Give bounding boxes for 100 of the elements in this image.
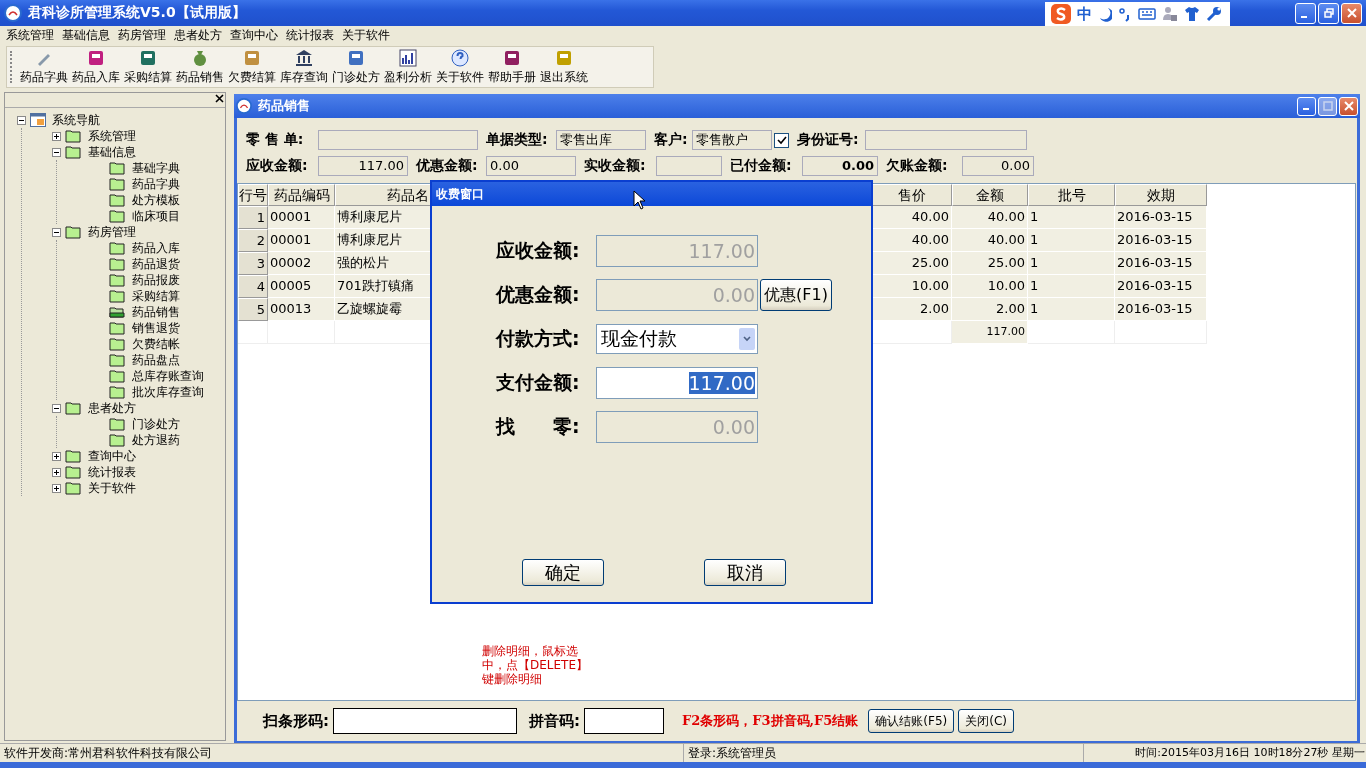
field-label: 应收金额: [246, 157, 309, 175]
field-label: 扫条形码: [263, 711, 329, 731]
nav-item[interactable]: 药品字典 [130, 175, 182, 193]
row-number[interactable]: 1 [238, 206, 268, 229]
menu-item[interactable]: 药房管理 [114, 26, 170, 44]
text-field[interactable]: 0.00 [486, 156, 576, 176]
toolbar-button[interactable]: 库存查询 [278, 47, 330, 87]
action-button[interactable]: 关闭(C) [958, 709, 1014, 733]
nav-item[interactable]: 药品报废 [130, 271, 182, 289]
toolbar-button[interactable]: 欠费结算 [226, 47, 278, 87]
menu-item[interactable]: 查询中心 [226, 26, 282, 44]
nav-item[interactable]: 患者处方 [86, 399, 138, 417]
row-number[interactable]: 2 [238, 229, 268, 252]
toolbar-button[interactable]: 关于软件 [434, 47, 486, 87]
hint-text: 删除明细，鼠标选中，点【DELETE】键删除明细 [482, 644, 589, 686]
text-field[interactable]: 0.00 [962, 156, 1034, 176]
nav-item[interactable]: 批次库存查询 [130, 383, 206, 401]
table-cell: 2016-03-15 [1115, 252, 1207, 275]
total-cell: 117.00 [952, 321, 1028, 344]
hotkey-hint: F2条形码，F3拼音码,F5结账 [682, 712, 859, 730]
row-number[interactable]: 5 [238, 298, 268, 321]
toolbar-button[interactable]: 药品字典 [18, 47, 70, 87]
payment-method-dropdown[interactable]: 现金付款 [596, 324, 758, 354]
column-header[interactable]: 效期 [1115, 184, 1207, 206]
nav-item[interactable]: 查询中心 [86, 447, 138, 465]
nav-item[interactable]: 处方模板 [130, 191, 182, 209]
nav-item[interactable]: 系统导航 [50, 111, 102, 129]
window-title: 药品销售 [258, 97, 310, 115]
table-cell: 40.00 [872, 206, 952, 229]
toolbar-button[interactable]: 药品入库 [70, 47, 122, 87]
column-header[interactable]: 批号 [1028, 184, 1115, 206]
nav-item[interactable]: 总库存账查询 [130, 367, 206, 385]
nav-item[interactable]: 药品盘点 [130, 351, 182, 369]
table-cell: 2.00 [952, 298, 1028, 321]
dialog-button[interactable]: 确定 [522, 559, 604, 586]
table-cell: 1 [1028, 229, 1115, 252]
menu-item[interactable]: 患者处方 [170, 26, 226, 44]
nav-item[interactable]: 药品退货 [130, 255, 182, 273]
nav-item[interactable]: 基础字典 [130, 159, 182, 177]
column-header[interactable]: 金额 [952, 184, 1028, 206]
toolbar-button[interactable]: 门诊处方 [330, 47, 382, 87]
amount-field: 0.00 [596, 411, 758, 443]
row-number[interactable]: 4 [238, 275, 268, 298]
text-field[interactable]: 117.00 [318, 156, 408, 176]
table-cell: 1 [1028, 298, 1115, 321]
table-cell: 00001 [268, 229, 335, 252]
nav-item[interactable]: 药品入库 [130, 239, 182, 257]
nav-item[interactable]: 采购结算 [130, 287, 182, 305]
column-header[interactable]: 售价 [872, 184, 952, 206]
field-label: 实收金额: [584, 157, 647, 175]
field-label: 欠账金额: [886, 157, 949, 175]
toolbar-button[interactable]: 退出系统 [538, 47, 590, 87]
nav-item[interactable]: 关于软件 [86, 479, 138, 497]
table-cell: 2016-03-15 [1115, 229, 1207, 252]
action-button[interactable]: 确认结账(F5) [868, 709, 955, 733]
toolbar-button[interactable]: 盈利分析 [382, 47, 434, 87]
column-header[interactable]: 行号 [238, 184, 268, 206]
nav-item[interactable]: 基础信息 [86, 143, 138, 161]
field-label: 零 售 单: [246, 131, 305, 149]
field-label: 单据类型: [486, 131, 549, 149]
nav-item[interactable]: 欠费结帐 [130, 335, 182, 353]
amount-input[interactable]: 117.00 [596, 367, 758, 399]
discount-button[interactable]: 优惠(F1) [760, 279, 832, 311]
text-field[interactable]: 0.00 [802, 156, 878, 176]
table-cell: 40.00 [872, 229, 952, 252]
menu-item[interactable]: 基础信息 [58, 26, 114, 44]
nav-item[interactable]: 销售退货 [130, 319, 182, 337]
field-label: 客户: [654, 131, 689, 149]
menu-item[interactable]: 系统管理 [2, 26, 58, 44]
dialog-button[interactable]: 取消 [704, 559, 786, 586]
table-cell: 1 [1028, 275, 1115, 298]
nav-item[interactable]: 处方退药 [130, 431, 182, 449]
table-cell: 25.00 [872, 252, 952, 275]
nav-item[interactable]: 门诊处方 [130, 415, 182, 433]
field-label: 优惠金额: [496, 282, 581, 307]
amount-field: 117.00 [596, 235, 758, 267]
column-header[interactable]: 药品编码 [268, 184, 335, 206]
menu-item[interactable]: 关于软件 [338, 26, 394, 44]
table-cell: 1 [1028, 252, 1115, 275]
nav-item[interactable]: 临床项目 [130, 207, 182, 225]
text-field[interactable]: 零售散户 [692, 130, 772, 150]
toolbar-button[interactable]: 药品销售 [174, 47, 226, 87]
nav-item[interactable]: 系统管理 [86, 127, 138, 145]
table-cell: 40.00 [952, 229, 1028, 252]
field-label: 身份证号: [797, 131, 860, 149]
ime-mode-toggle[interactable]: 中 [1077, 4, 1092, 24]
table-cell: 1 [1028, 206, 1115, 229]
status-text: 时间:2015年03月16日 10时18分27秒 星期一 [1134, 745, 1366, 761]
table-cell: 2016-03-15 [1115, 206, 1207, 229]
text-field[interactable]: 零售出库 [556, 130, 646, 150]
table-cell: 2016-03-15 [1115, 275, 1207, 298]
toolbar-button[interactable]: 帮助手册 [486, 47, 538, 87]
toolbar-button[interactable]: 采购结算 [122, 47, 174, 87]
row-number[interactable]: 3 [238, 252, 268, 275]
nav-item[interactable]: 统计报表 [86, 463, 138, 481]
field-label: 已付金额: [730, 157, 793, 175]
field-label: 应收金额: [496, 238, 581, 263]
nav-item[interactable]: 药房管理 [86, 223, 138, 241]
nav-item[interactable]: 药品销售 [130, 303, 182, 321]
menu-item[interactable]: 统计报表 [282, 26, 338, 44]
